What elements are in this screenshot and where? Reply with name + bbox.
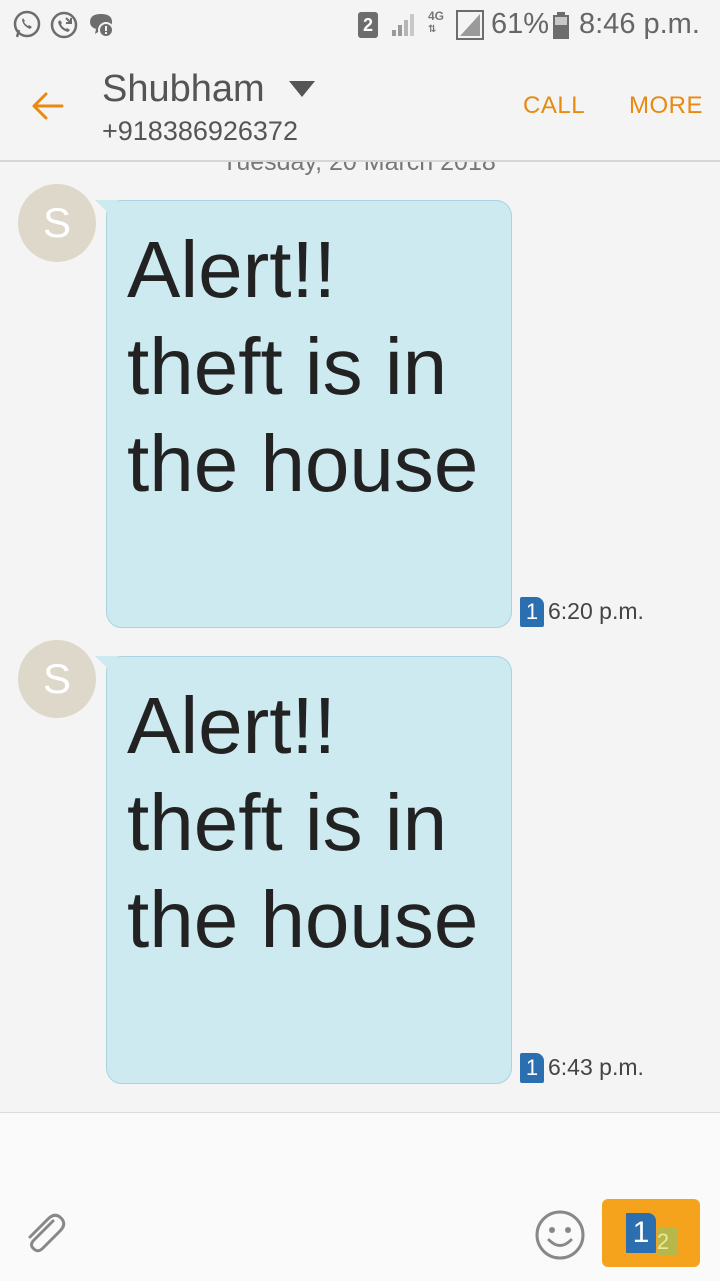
message-time: 6:20 p.m. bbox=[548, 598, 644, 624]
bubble-tail bbox=[95, 200, 117, 222]
dropdown-triangle-icon[interactable] bbox=[288, 80, 316, 98]
message-bubble[interactable]: Alert!! theft is in the house bbox=[95, 656, 512, 1084]
contact-name[interactable]: Shubham bbox=[102, 68, 265, 111]
contact-avatar[interactable]: S bbox=[18, 640, 96, 718]
contact-avatar[interactable]: S bbox=[18, 184, 96, 262]
paperclip-icon[interactable] bbox=[20, 1209, 70, 1259]
message-time: 6:43 p.m. bbox=[548, 1054, 644, 1080]
battery-percent: 61% bbox=[491, 8, 550, 40]
message-text: Alert!! theft is in the house bbox=[127, 225, 479, 508]
whatsapp-icon bbox=[13, 10, 41, 38]
bubble-tail bbox=[95, 656, 117, 678]
more-button[interactable]: MORE bbox=[629, 92, 703, 120]
signal-strength-icon bbox=[456, 10, 484, 40]
battery-icon bbox=[553, 12, 569, 39]
send-button[interactable]: 2 1 bbox=[602, 1199, 700, 1267]
smiley-icon[interactable] bbox=[534, 1209, 586, 1261]
missed-call-icon bbox=[50, 11, 78, 39]
network-type: 4G ⇅ bbox=[428, 9, 445, 35]
call-button[interactable]: CALL bbox=[523, 92, 585, 120]
compose-bar[interactable]: 2 1 bbox=[0, 1112, 720, 1281]
date-divider: Tuesday, 20 March 2018 bbox=[222, 162, 496, 176]
sim-2-badge: 2 bbox=[358, 12, 378, 38]
contact-number: +918386926372 bbox=[102, 116, 298, 146]
message-text: Alert!! theft is in the house bbox=[127, 681, 479, 964]
sim-1-icon: 1 bbox=[520, 597, 544, 627]
status-time: 8:46 p.m. bbox=[579, 8, 700, 40]
status-bar: 2 4G ⇅ 61% 8:46 p.m. bbox=[0, 0, 720, 52]
blocked-icon bbox=[90, 14, 114, 38]
sim-1-send-icon: 1 bbox=[624, 1211, 658, 1255]
back-arrow-icon[interactable] bbox=[26, 84, 70, 128]
message-bubble[interactable]: Alert!! theft is in the house bbox=[95, 200, 512, 628]
signal-icon bbox=[392, 14, 414, 36]
conversation-header: Shubham +918386926372 CALL MORE bbox=[0, 52, 720, 162]
sim-1-icon: 1 bbox=[520, 1053, 544, 1083]
